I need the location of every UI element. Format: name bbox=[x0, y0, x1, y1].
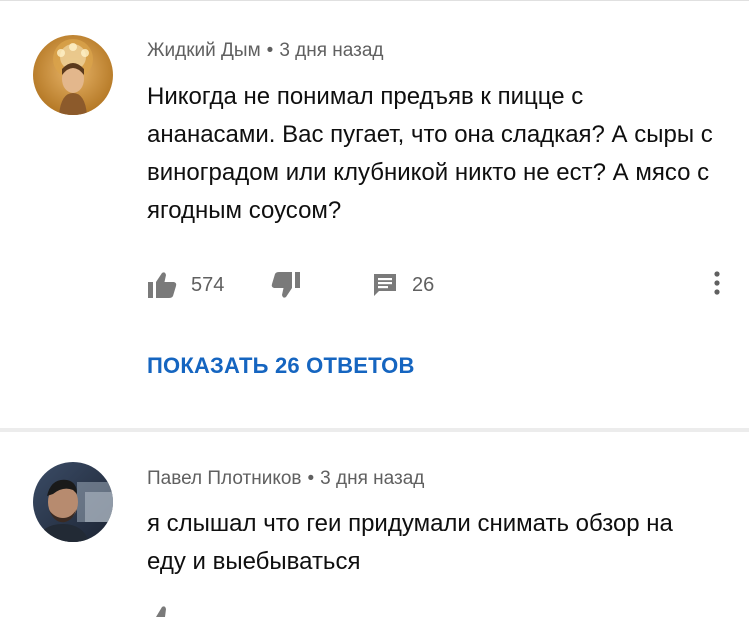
avatar[interactable] bbox=[33, 462, 113, 542]
comment-text: Никогда не понимал предъяв к пицце с ана… bbox=[147, 83, 713, 224]
comment-meta: Жидкий Дым • 3 дня назад bbox=[147, 40, 384, 62]
dislike-button[interactable] bbox=[271, 268, 301, 302]
comment-actions: 574 26 bbox=[147, 268, 727, 302]
avatar[interactable] bbox=[33, 35, 113, 115]
show-replies-button[interactable]: ПОКАЗАТЬ 26 ОТВЕТОВ bbox=[147, 353, 415, 379]
author-name[interactable]: Жидкий Дым bbox=[147, 40, 261, 61]
comment-meta: Павел Плотников • 3 дня назад bbox=[147, 468, 424, 490]
comment-thread: Павел Плотников • 3 дня назад я слышал что… bbox=[0, 432, 749, 617]
comment-text: я слышал что геи придумали снимать обзор… bbox=[147, 510, 673, 575]
author-name[interactable]: Павел Плотников bbox=[147, 468, 302, 489]
thumb-up-icon bbox=[147, 271, 177, 299]
thumb-down-icon bbox=[271, 271, 301, 299]
comment-thread: Жидкий Дым • 3 дня назад Никогда не понима… bbox=[0, 0, 749, 428]
thumb-up-icon[interactable] bbox=[147, 604, 177, 622]
comment-time[interactable]: 3 дня назад bbox=[320, 468, 424, 489]
like-button[interactable]: 574 bbox=[147, 268, 224, 302]
more-vert-icon bbox=[713, 270, 721, 301]
like-count: 574 bbox=[191, 273, 225, 296]
meta-separator: • bbox=[307, 468, 315, 489]
more-button[interactable] bbox=[707, 268, 727, 302]
comment-time[interactable]: 3 дня назад bbox=[279, 40, 383, 61]
reply-count: 26 bbox=[412, 273, 435, 296]
reply-icon bbox=[372, 272, 398, 298]
meta-separator: • bbox=[266, 40, 274, 61]
reply-button[interactable]: 26 bbox=[372, 268, 434, 302]
